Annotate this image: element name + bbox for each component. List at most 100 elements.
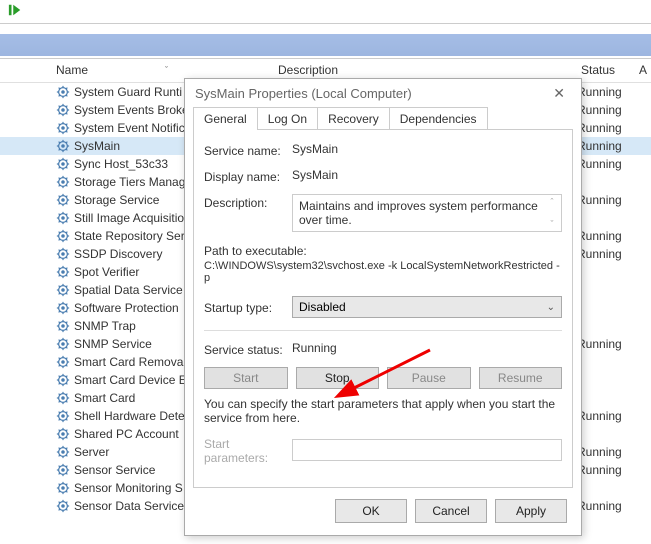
service-name: Smart Card Device E — [74, 373, 187, 387]
start-parameters-hint: You can specify the start parameters tha… — [204, 397, 562, 425]
label-start-parameters: Start parameters: — [204, 435, 292, 465]
chevron-down-icon: ⌄ — [547, 302, 555, 313]
gear-icon — [56, 157, 70, 171]
dialog-title: SysMain Properties (Local Computer) — [195, 86, 412, 101]
gear-icon — [56, 229, 70, 243]
col-status[interactable]: Status — [573, 59, 635, 82]
gear-icon — [56, 427, 70, 441]
close-icon[interactable]: ✕ — [547, 83, 571, 104]
gear-icon — [56, 247, 70, 261]
gear-icon — [56, 481, 70, 495]
cancel-button[interactable]: Cancel — [415, 499, 487, 523]
service-name: SSDP Discovery — [74, 247, 162, 261]
toolbar — [0, 0, 651, 24]
gear-icon — [56, 103, 70, 117]
startup-type-select[interactable]: Disabled ⌄ — [292, 296, 562, 318]
service-name: Storage Tiers Manag — [74, 175, 185, 189]
service-name: Spot Verifier — [74, 265, 139, 279]
service-name: Sensor Data Service — [74, 499, 184, 513]
value-service-status: Running — [292, 341, 562, 355]
sort-indicator-icon: ˇ — [165, 65, 168, 75]
service-name: SNMP Service — [74, 337, 152, 351]
service-name: System Events Broke — [74, 103, 189, 117]
service-name: Smart Card Removal — [74, 355, 186, 369]
gear-icon — [56, 193, 70, 207]
service-status: Running — [573, 337, 635, 351]
service-name: Still Image Acquisitio — [74, 211, 184, 225]
ok-button[interactable]: OK — [335, 499, 407, 523]
gear-icon — [56, 463, 70, 477]
gear-icon — [56, 499, 70, 513]
start-button[interactable]: Start — [204, 367, 288, 389]
label-service-name: Service name: — [204, 142, 292, 158]
gear-icon — [56, 337, 70, 351]
tab-dependencies[interactable]: Dependencies — [389, 107, 488, 130]
service-name: Sensor Monitoring S — [74, 481, 183, 495]
label-service-status: Service status: — [204, 341, 292, 357]
value-path: C:\WINDOWS\system32\svchost.exe -k Local… — [204, 260, 562, 284]
gear-icon — [56, 391, 70, 405]
service-status: Running — [573, 499, 635, 513]
tab-general[interactable]: General — [193, 107, 258, 130]
gear-icon — [56, 211, 70, 225]
gear-icon — [56, 445, 70, 459]
gear-icon — [56, 175, 70, 189]
apply-button[interactable]: Apply — [495, 499, 567, 523]
service-name: System Guard Runti — [74, 85, 182, 99]
chevron-down-icon: ˇ — [545, 219, 559, 229]
properties-dialog: SysMain Properties (Local Computer) ✕ Ge… — [184, 78, 582, 536]
header-bar — [0, 34, 651, 56]
service-status: Running — [573, 121, 635, 135]
gear-icon — [56, 373, 70, 387]
gear-icon — [56, 319, 70, 333]
service-status: Running — [573, 85, 635, 99]
service-name: Shared PC Account — [74, 427, 179, 441]
service-name: Shell Hardware Dete — [74, 409, 185, 423]
gear-icon — [56, 283, 70, 297]
divider — [204, 330, 562, 331]
value-service-name: SysMain — [292, 142, 562, 156]
service-status: Running — [573, 193, 635, 207]
service-name: System Event Notific — [74, 121, 185, 135]
gear-icon — [56, 121, 70, 135]
service-name: Software Protection — [74, 301, 179, 315]
service-name: SNMP Trap — [74, 319, 136, 333]
gear-icon — [56, 139, 70, 153]
label-path: Path to executable: — [204, 242, 307, 258]
col-end[interactable]: A — [635, 59, 651, 82]
service-name: Spatial Data Service — [74, 283, 183, 297]
tab-logon[interactable]: Log On — [257, 107, 318, 130]
service-status: Running — [573, 463, 635, 477]
resume-button[interactable]: Resume — [479, 367, 563, 389]
value-display-name: SysMain — [292, 168, 562, 182]
dialog-titlebar: SysMain Properties (Local Computer) ✕ — [185, 79, 581, 107]
service-name: Sensor Service — [74, 463, 155, 477]
service-status: Running — [573, 157, 635, 171]
service-status: Running — [573, 247, 635, 261]
tab-general-body: Service name: SysMain Display name: SysM… — [193, 129, 573, 488]
label-display-name: Display name: — [204, 168, 292, 184]
dialog-footer: OK Cancel Apply — [185, 489, 581, 535]
service-name: SysMain — [74, 139, 120, 153]
stop-button[interactable]: Stop — [296, 367, 380, 389]
description-scroll[interactable]: ˆˇ — [545, 197, 559, 229]
dialog-tabs: General Log On Recovery Dependencies — [185, 107, 581, 130]
service-status: Running — [573, 103, 635, 117]
gear-icon — [56, 409, 70, 423]
label-description: Description: — [204, 194, 292, 210]
service-name: Smart Card — [74, 391, 135, 405]
service-status: Running — [573, 409, 635, 423]
gear-icon — [56, 355, 70, 369]
service-status: Running — [573, 445, 635, 459]
service-name: Server — [74, 445, 109, 459]
pause-button[interactable]: Pause — [387, 367, 471, 389]
start-parameters-input[interactable] — [292, 439, 562, 461]
play-icon[interactable] — [8, 3, 22, 20]
service-name: Storage Service — [74, 193, 159, 207]
tab-recovery[interactable]: Recovery — [317, 107, 390, 130]
gear-icon — [56, 301, 70, 315]
service-name: State Repository Serv — [74, 229, 191, 243]
service-name: Sync Host_53c33 — [74, 157, 168, 171]
service-status: Running — [573, 229, 635, 243]
gear-icon — [56, 85, 70, 99]
